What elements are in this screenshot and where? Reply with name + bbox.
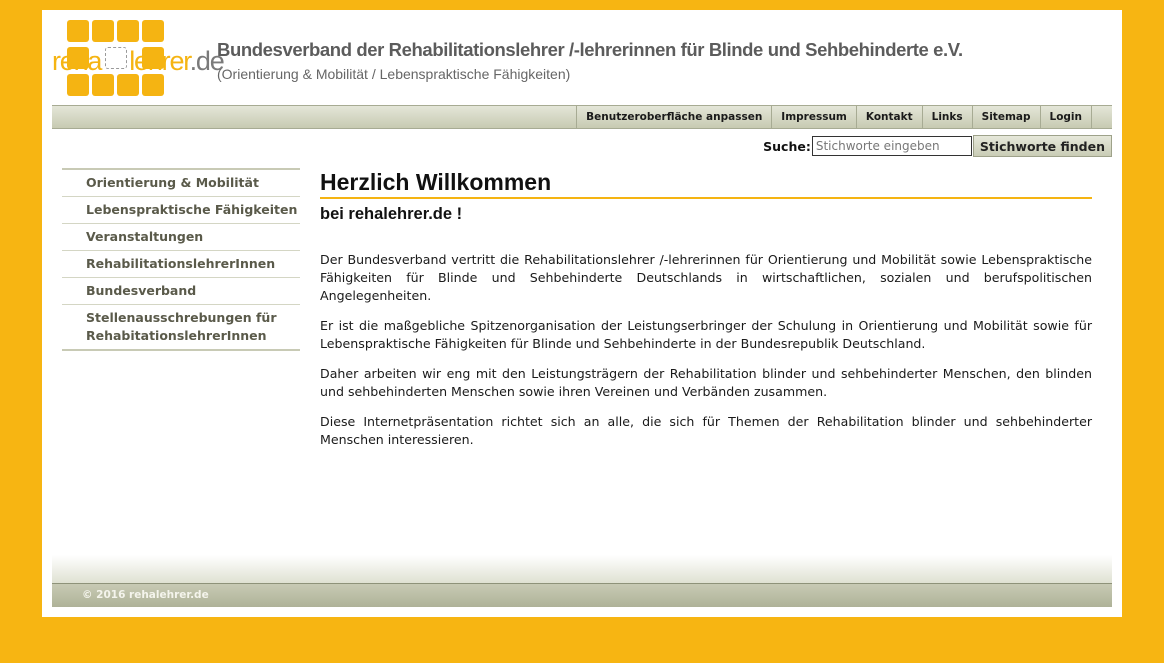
logo-square — [92, 20, 114, 42]
nav-impressum[interactable]: Impressum — [771, 106, 856, 128]
top-navigation-bar: Benutzeroberfläche anpassen Impressum Ko… — [52, 105, 1112, 129]
logo-square — [117, 74, 139, 96]
logo-square — [67, 74, 89, 96]
sidebar-item-veranstaltungen[interactable]: Veranstaltungen — [62, 223, 300, 250]
search-button[interactable]: Stichworte finden — [972, 135, 1112, 157]
logo-square — [117, 20, 139, 42]
page-subheading: bei rehalehrer.de ! — [320, 205, 463, 223]
sidebar-item-lebenspraktische-faehigkeiten[interactable]: Lebenspraktische Fähigkeiten — [62, 196, 300, 223]
search-label: Suche: — [763, 138, 811, 154]
site-logo[interactable]: reha lehrer.de — [52, 20, 225, 96]
logo-square — [142, 20, 164, 42]
nav-login[interactable]: Login — [1039, 106, 1092, 128]
search-input[interactable] — [811, 136, 972, 156]
site-subtitle: (Orientierung & Mobilität / Lebensprakti… — [217, 66, 571, 82]
logo-square — [67, 20, 89, 42]
logo-wordmark: reha lehrer.de — [52, 46, 225, 77]
nav-benutzeroberflaeche-anpassen[interactable]: Benutzeroberfläche anpassen — [576, 106, 771, 128]
logo-square — [92, 74, 114, 96]
logo-text-reha: reha — [52, 46, 102, 76]
footer-copyright: © 2016 rehalehrer.de — [82, 589, 209, 601]
nav-links[interactable]: Links — [921, 106, 972, 128]
sidebar-item-stellenausschreibungen[interactable]: Stellenausschrebungen für Rehabitationsl… — [62, 304, 300, 349]
content-paragraph: Daher arbeiten wir eng mit den Leistungs… — [320, 366, 1092, 399]
sidebar-item-orientierung-mobilitaet[interactable]: Orientierung & Mobilität — [62, 170, 300, 196]
logo-text-lehrer: lehrer — [129, 46, 191, 76]
logo-square — [142, 74, 164, 96]
content-paragraph: Diese Internetpräsentation richtet sich … — [320, 414, 1092, 447]
sidebar-navigation: Orientierung & Mobilität Lebenspraktisch… — [62, 168, 300, 351]
main-content: Herzlich Willkommen bei rehalehrer.de ! … — [320, 168, 1092, 461]
nav-spacer — [1091, 106, 1112, 128]
search-form: Suche: Stichworte finden — [763, 135, 1112, 157]
sidebar-item-rehabilitationslehrerinnen[interactable]: RehabilitationslehrerInnen — [62, 250, 300, 277]
nav-kontakt[interactable]: Kontakt — [855, 106, 922, 128]
footer: © 2016 rehalehrer.de — [52, 583, 1112, 607]
intro-paragraph: Der Bundesverband vertritt die Rehabilit… — [320, 252, 1092, 303]
sidebar-item-bundesverband[interactable]: Bundesverband — [62, 277, 300, 304]
page-heading: Herzlich Willkommen — [320, 168, 1092, 199]
nav-sitemap[interactable]: Sitemap — [971, 106, 1040, 128]
page-container: reha lehrer.de Bundesverband der Rehabili… — [42, 10, 1122, 617]
top-navigation: Benutzeroberfläche anpassen Impressum Ko… — [576, 106, 1112, 128]
footer-gradient — [52, 555, 1112, 583]
content-paragraph: Er ist die maßgebliche Spitzenorganisati… — [320, 318, 1092, 351]
site-title: Bundesverband der Rehabilitationslehrer … — [217, 39, 963, 60]
